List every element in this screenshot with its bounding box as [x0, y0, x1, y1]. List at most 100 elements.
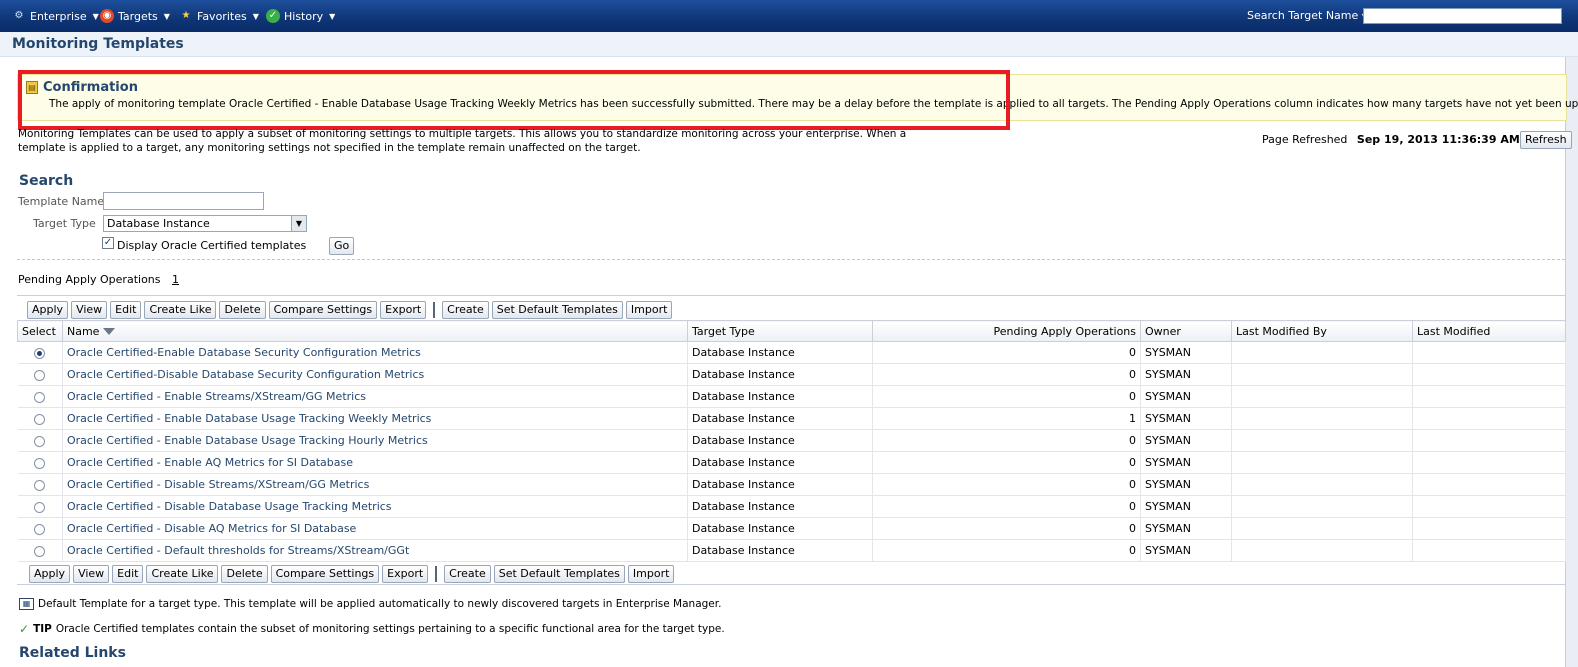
enterprise-menu[interactable]: ⚙ Enterprise ▼ — [12, 9, 99, 23]
delete-button[interactable]: Delete — [221, 565, 268, 583]
pending-cell: 0 — [872, 451, 1141, 474]
table-row[interactable]: Oracle Certified - Enable AQ Metrics for… — [17, 451, 1566, 474]
compare-settings-button[interactable]: Compare Settings — [270, 565, 380, 583]
apply-button[interactable]: Apply — [29, 565, 71, 583]
template-name-link[interactable]: Oracle Certified-Enable Database Securit… — [67, 346, 421, 359]
owner-cell: SYSMAN — [1140, 539, 1232, 562]
row-select-radio[interactable] — [34, 413, 46, 425]
pending-cell: 0 — [872, 341, 1141, 364]
sort-descending-icon[interactable] — [103, 328, 116, 335]
target-type-cell: Database Instance — [687, 539, 873, 562]
create-like-button[interactable]: Create Like — [144, 301, 217, 319]
table-row[interactable]: Oracle Certified - Disable AQ Metrics fo… — [17, 517, 1566, 540]
page-refreshed-value: Sep 19, 2013 11:36:39 AM IST — [1356, 133, 1544, 146]
last-modified-by-cell — [1231, 385, 1413, 408]
edit-button[interactable]: Edit — [110, 301, 142, 319]
col-last-modified[interactable]: Last Modified — [1412, 320, 1566, 342]
view-button[interactable]: View — [73, 565, 110, 583]
template-name-link[interactable]: Oracle Certified - Enable AQ Metrics for… — [67, 456, 353, 469]
row-select-radio[interactable] — [34, 391, 46, 403]
row-select-radio[interactable] — [34, 545, 46, 557]
divider — [17, 584, 1565, 585]
export-button[interactable]: Export — [382, 565, 429, 583]
template-name-link[interactable]: Oracle Certified - Disable Database Usag… — [67, 500, 392, 513]
template-name-link[interactable]: Oracle Certified - Disable Streams/XStre… — [67, 478, 369, 491]
owner-cell: SYSMAN — [1140, 495, 1232, 518]
edit-button[interactable]: Edit — [112, 565, 144, 583]
last-modified-cell — [1412, 341, 1566, 364]
history-icon: ✓ — [266, 9, 280, 23]
delete-button[interactable]: Delete — [219, 301, 266, 319]
template-name-link[interactable]: Oracle Certified - Enable Streams/XStrea… — [67, 390, 366, 403]
import-button[interactable]: Import — [627, 565, 675, 583]
table-toolbar-top: Apply View Edit Create Like Delete Compa… — [27, 301, 673, 319]
export-button[interactable]: Export — [380, 301, 427, 319]
row-select-radio[interactable] — [34, 501, 46, 513]
divider — [17, 259, 1565, 260]
apply-button[interactable]: Apply — [27, 301, 69, 319]
template-name-link[interactable]: Oracle Certified-Disable Database Securi… — [67, 368, 424, 381]
template-name-link[interactable]: Oracle Certified - Enable Database Usage… — [67, 412, 431, 425]
owner-cell: SYSMAN — [1140, 429, 1232, 452]
col-name[interactable]: Name — [62, 320, 688, 342]
last-modified-by-cell — [1231, 473, 1413, 496]
compare-settings-button[interactable]: Compare Settings — [268, 301, 378, 319]
table-row[interactable]: Oracle Certified - Enable Database Usage… — [17, 429, 1566, 452]
table-row[interactable]: Oracle Certified - Enable Database Usage… — [17, 407, 1566, 430]
col-pending-apply[interactable]: Pending Apply Operations — [872, 320, 1141, 342]
table-row[interactable]: Oracle Certified - Enable Streams/XStrea… — [17, 385, 1566, 408]
template-name-link[interactable]: Oracle Certified - Enable Database Usage… — [67, 434, 428, 447]
templates-table: Select Name Target Type Pending Apply Op… — [17, 320, 1566, 562]
favorites-menu[interactable]: ★ Favorites ▼ — [179, 9, 259, 23]
target-icon: ◉ — [100, 9, 114, 23]
chevron-down-icon: ▼ — [252, 11, 259, 21]
title-strip — [0, 32, 1578, 57]
row-select-radio[interactable] — [34, 435, 46, 447]
enterprise-menu-label: Enterprise — [30, 9, 87, 23]
row-select-radio[interactable] — [34, 457, 46, 469]
target-type-cell: Database Instance — [687, 407, 873, 430]
pending-apply-operations: Pending Apply Operations 1 — [18, 273, 179, 286]
template-name-link[interactable]: Oracle Certified - Default thresholds fo… — [67, 544, 409, 557]
view-button[interactable]: View — [71, 301, 108, 319]
search-target-type-menu[interactable]: Search Target Name ▼ — [1247, 9, 1368, 22]
template-name-link[interactable]: Oracle Certified - Disable AQ Metrics fo… — [67, 522, 356, 535]
table-row[interactable]: Oracle Certified-Disable Database Securi… — [17, 363, 1566, 386]
pending-cell: 0 — [872, 539, 1141, 562]
table-row[interactable]: Oracle Certified-Enable Database Securit… — [17, 341, 1566, 364]
col-target-type[interactable]: Target Type — [687, 320, 873, 342]
refresh-button[interactable]: Refresh — [1520, 131, 1572, 149]
create-button[interactable]: Create — [442, 301, 489, 319]
row-select-radio[interactable] — [34, 347, 46, 359]
search-target-input[interactable] — [1363, 8, 1562, 24]
create-like-button[interactable]: Create Like — [146, 565, 219, 583]
col-owner[interactable]: Owner — [1140, 320, 1232, 342]
targets-menu[interactable]: ◉ Targets ▼ — [100, 9, 170, 23]
last-modified-cell — [1412, 363, 1566, 386]
history-menu-label: History — [284, 9, 324, 23]
display-certified-checkbox[interactable]: ✓ — [102, 237, 114, 249]
pending-cell: 0 — [872, 473, 1141, 496]
default-template-icon: ▦ — [19, 598, 34, 610]
go-button[interactable]: Go — [329, 237, 355, 255]
create-button[interactable]: Create — [444, 565, 491, 583]
row-select-radio[interactable] — [34, 369, 46, 381]
import-button[interactable]: Import — [625, 301, 673, 319]
highlight-box — [18, 70, 1010, 130]
page-refreshed: Page Refreshed Sep 19, 2013 11:36:39 AM … — [1262, 133, 1543, 146]
set-default-templates-button[interactable]: Set Default Templates — [491, 301, 623, 319]
history-menu[interactable]: ✓ History ▼ — [266, 9, 335, 23]
pending-apply-count-link[interactable]: 1 — [172, 273, 179, 286]
col-select: Select — [17, 320, 63, 342]
table-row[interactable]: Oracle Certified - Disable Streams/XStre… — [17, 473, 1566, 496]
table-row[interactable]: Oracle Certified - Default thresholds fo… — [17, 539, 1566, 562]
row-select-radio[interactable] — [34, 523, 46, 535]
set-default-templates-button[interactable]: Set Default Templates — [493, 565, 625, 583]
row-select-radio[interactable] — [34, 479, 46, 491]
target-type-select[interactable]: Database Instance ▼ — [103, 215, 307, 232]
table-row[interactable]: Oracle Certified - Disable Database Usag… — [17, 495, 1566, 518]
col-last-modified-by[interactable]: Last Modified By — [1231, 320, 1413, 342]
template-name-input[interactable] — [103, 192, 264, 210]
target-type-cell: Database Instance — [687, 429, 873, 452]
default-template-legend: ▦ Default Template for a target type. Th… — [19, 598, 721, 610]
